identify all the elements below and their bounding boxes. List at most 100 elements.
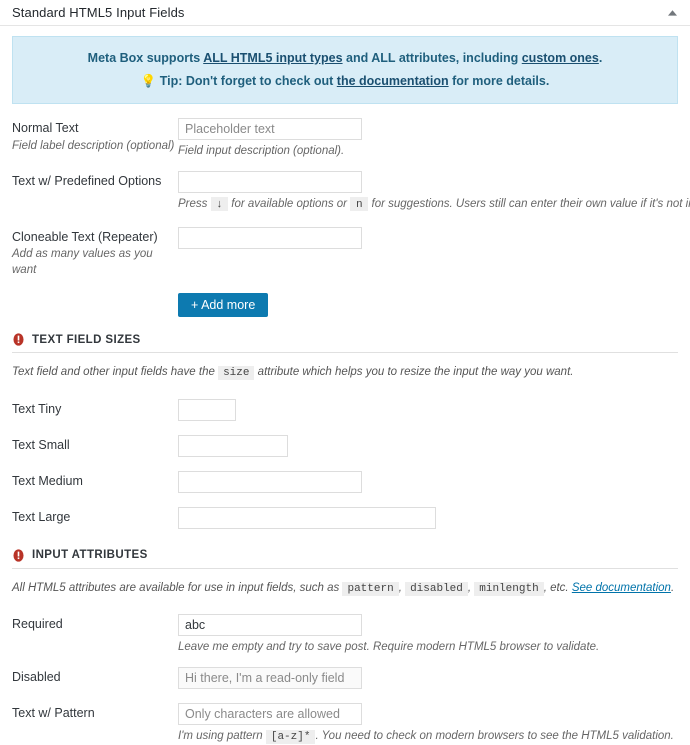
required-input[interactable] (178, 614, 362, 636)
field-label-group-text-small: Text Small (12, 435, 178, 454)
predefined-options-input[interactable] (178, 171, 362, 193)
field-input-desc-required: Leave me empty and try to save post. Req… (178, 639, 678, 656)
page-title: Standard HTML5 Input Fields (12, 5, 185, 20)
section-title-text-field-sizes: TEXT FIELD SIZES (32, 334, 141, 346)
field-input-group-disabled (178, 667, 678, 689)
tip-text-2: for more details. (449, 74, 550, 88)
cloneable-text-input[interactable] (178, 227, 362, 249)
add-more-spacer (12, 293, 178, 318)
text-tiny-input[interactable] (178, 399, 236, 421)
section-desc-input-attributes: All HTML5 attributes are available for u… (12, 579, 678, 599)
section-divider-attributes (12, 568, 678, 569)
info-icon (12, 549, 25, 562)
field-label-disabled: Disabled (12, 670, 178, 686)
field-row-text-small: Text Small (12, 435, 678, 457)
disabled-input (178, 667, 362, 689)
field-label-required: Required (12, 617, 178, 633)
field-label-normal-text: Normal Text (12, 121, 178, 137)
field-label-group-text-tiny: Text Tiny (12, 399, 178, 418)
pattern-desc-1: I'm using pattern (178, 730, 266, 742)
disabled-code: disabled (405, 582, 468, 596)
pattern-code: pattern (342, 582, 398, 596)
field-label-group-required: Required (12, 614, 178, 633)
field-label-group-text-medium: Text Medium (12, 471, 178, 490)
postbox-body: Meta Box supports ALL HTML5 input types … (0, 26, 690, 745)
attrs-desc-2: , etc. (544, 582, 572, 594)
field-row-required: Required Leave me empty and try to save … (12, 614, 678, 656)
field-input-group-predefined-options: Press ↓ for available options or n for s… (178, 171, 678, 213)
text-medium-input[interactable] (178, 471, 362, 493)
tip-text-1: Tip: Don't forget to check out (160, 74, 337, 88)
field-input-desc-normal-text: Field input description (optional). (178, 143, 678, 160)
add-more-button[interactable]: + Add more (178, 293, 268, 318)
field-input-group-required: Leave me empty and try to save post. Req… (178, 614, 678, 656)
the-documentation-link[interactable]: the documentation (337, 74, 449, 88)
info-banner: Meta Box supports ALL HTML5 input types … (12, 36, 678, 104)
lightbulb-icon: 💡 (141, 74, 157, 88)
hint-text-1: Press (178, 198, 211, 210)
field-label-desc-cloneable-text: Add as many values as you want (12, 246, 178, 278)
section-header-text-field-sizes: TEXT FIELD SIZES (12, 333, 678, 346)
field-input-group-text-tiny (178, 399, 678, 421)
field-input-desc-text-pattern: I'm using pattern [a-z]*. You need to ch… (178, 728, 678, 745)
see-documentation-link[interactable]: See documentation (572, 582, 671, 594)
field-input-group-normal-text: Field input description (optional). (178, 118, 678, 160)
add-more-row: + Add more (12, 293, 678, 318)
field-row-text-pattern: Text w/ Pattern I'm using pattern [a-z]*… (12, 703, 678, 745)
minlength-code: minlength (474, 582, 543, 596)
section-divider-sizes (12, 352, 678, 353)
field-label-group-predefined-options: Text w/ Predefined Options (12, 171, 178, 190)
custom-ones-link[interactable]: custom ones (522, 51, 599, 65)
info-banner-line-1: Meta Box supports ALL HTML5 input types … (25, 47, 665, 70)
field-input-group-text-medium (178, 471, 678, 493)
field-label-group-cloneable-text: Cloneable Text (Repeater) Add as many va… (12, 227, 178, 279)
banner-text-2: and ALL attributes, including (343, 51, 522, 65)
hint-text-2: for available options or (228, 198, 350, 210)
field-input-group-text-small (178, 435, 678, 457)
attrs-desc-1: All HTML5 attributes are available for u… (12, 582, 342, 594)
postbox-header: Standard HTML5 Input Fields (0, 0, 690, 26)
n-key-icon: n (350, 197, 368, 211)
text-pattern-input[interactable] (178, 703, 362, 725)
field-label-text-small: Text Small (12, 438, 178, 454)
field-label-text-medium: Text Medium (12, 474, 178, 490)
field-label-group-text-pattern: Text w/ Pattern (12, 703, 178, 722)
field-input-desc-predefined-options: Press ↓ for available options or n for s… (178, 196, 678, 213)
field-label-group-normal-text: Normal Text Field label description (opt… (12, 118, 178, 154)
field-row-cloneable-text: Cloneable Text (Repeater) Add as many va… (12, 227, 678, 279)
field-row-text-large: Text Large (12, 507, 678, 529)
pattern-value-code: [a-z]* (266, 730, 316, 744)
normal-text-input[interactable] (178, 118, 362, 140)
chevron-up-icon[interactable] (662, 3, 682, 23)
text-large-input[interactable] (178, 507, 436, 529)
text-small-input[interactable] (178, 435, 288, 457)
hint-text-3: for suggestions. Users still can enter t… (368, 198, 690, 210)
banner-text-3: . (599, 51, 602, 65)
field-input-group-text-pattern: I'm using pattern [a-z]*. You need to ch… (178, 703, 678, 745)
field-label-cloneable-text: Cloneable Text (Repeater) (12, 230, 178, 246)
size-attribute-code: size (218, 366, 254, 380)
field-label-text-tiny: Text Tiny (12, 402, 178, 418)
sizes-desc-2: attribute which helps you to resize the … (254, 366, 573, 378)
section-title-input-attributes: INPUT ATTRIBUTES (32, 549, 148, 561)
field-row-predefined-options: Text w/ Predefined Options Press ↓ for a… (12, 171, 678, 213)
section-header-input-attributes: INPUT ATTRIBUTES (12, 549, 678, 562)
attrs-desc-3: . (671, 582, 674, 594)
field-row-text-tiny: Text Tiny (12, 399, 678, 421)
field-row-normal-text: Normal Text Field label description (opt… (12, 118, 678, 160)
field-row-text-medium: Text Medium (12, 471, 678, 493)
info-banner-line-2: 💡 Tip: Don't forget to check out the doc… (25, 70, 665, 93)
field-label-group-disabled: Disabled (12, 667, 178, 686)
all-html5-input-types-link[interactable]: ALL HTML5 input types (203, 51, 342, 65)
pattern-desc-2: . You need to check on modern browsers t… (315, 730, 673, 742)
field-input-group-cloneable-text (178, 227, 678, 249)
field-label-group-text-large: Text Large (12, 507, 178, 526)
field-row-disabled: Disabled (12, 667, 678, 689)
arrow-down-key-icon: ↓ (211, 197, 229, 211)
field-label-desc-normal-text: Field label description (optional) (12, 138, 178, 154)
section-desc-text-field-sizes: Text field and other input fields have t… (12, 363, 678, 383)
banner-text-1: Meta Box supports (88, 51, 204, 65)
sizes-desc-1: Text field and other input fields have t… (12, 366, 218, 378)
field-label-predefined-options: Text w/ Predefined Options (12, 174, 178, 190)
field-input-group-text-large (178, 507, 678, 529)
